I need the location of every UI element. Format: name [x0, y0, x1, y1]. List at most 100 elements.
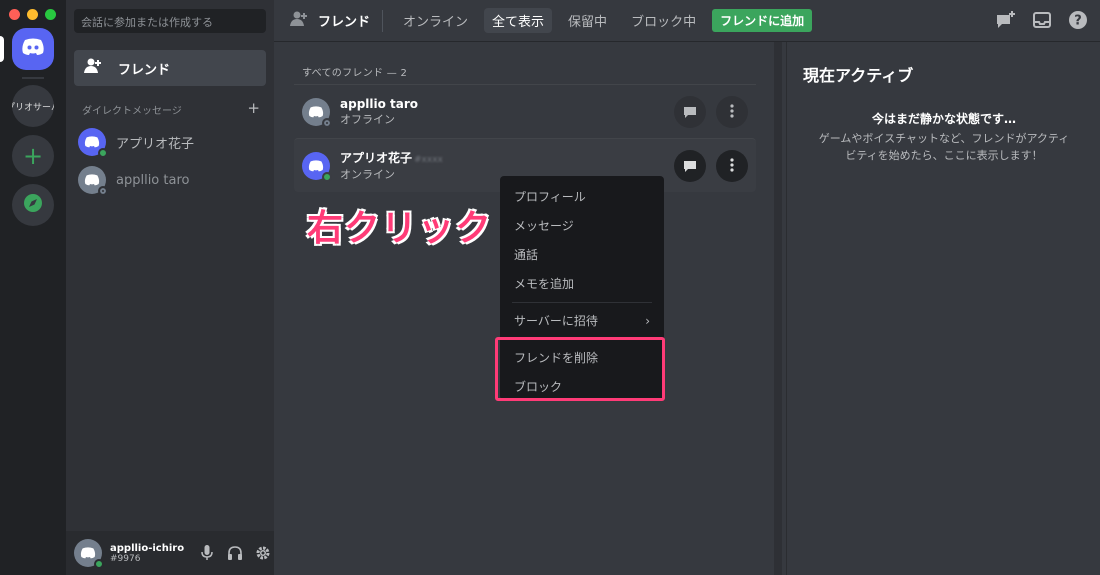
active-now-panel: 現在アクティブ 今はまだ静かな状態です… ゲームやボイスチャットなど、フレンドが…: [786, 42, 1100, 575]
sidebar-item-label: フレンド: [118, 62, 171, 78]
tab-all[interactable]: 全て表示: [484, 8, 553, 33]
inbox-icon[interactable]: [1032, 10, 1052, 30]
compass-icon: [23, 193, 43, 217]
menu-item-call[interactable]: 通話: [508, 240, 656, 269]
user-controls: [198, 544, 272, 562]
selected-indicator: [0, 36, 4, 62]
friend-row[interactable]: appllio taro オフライン: [294, 84, 756, 138]
menu-item-label: プロフィール: [514, 190, 586, 204]
username: appllio-ichiro: [110, 542, 185, 554]
friends-icon: [290, 11, 310, 31]
friend-tag: #xxxx: [414, 155, 443, 165]
create-dm-button[interactable]: +: [247, 101, 260, 117]
menu-item-profile[interactable]: プロフィール: [508, 182, 656, 211]
page-title: フレンド: [290, 11, 370, 31]
online-status-icon: [322, 171, 332, 182]
chat-bubble-icon: [683, 157, 697, 176]
menu-item-message[interactable]: メッセージ: [508, 211, 656, 240]
gear-icon[interactable]: [254, 544, 272, 562]
new-group-dm-icon[interactable]: [996, 10, 1016, 30]
menu-separator: [512, 302, 652, 303]
scrollbar[interactable]: [774, 42, 782, 575]
online-status-icon: [94, 559, 104, 569]
header-bar: フレンド オンライン 全て表示 保留中 ブロック中 フレンドに追加 ?: [274, 0, 1100, 42]
user-panel: appllio-ichiro #9976: [66, 531, 274, 575]
window-controls: [9, 9, 56, 20]
message-button[interactable]: [674, 96, 706, 128]
plus-icon: +: [22, 142, 44, 170]
friend-info: アプリオ花子 #xxxx オンライン: [340, 149, 443, 182]
message-button[interactable]: [674, 150, 706, 182]
more-vertical-icon: [730, 103, 734, 122]
search-input[interactable]: 会話に参加または作成する: [74, 9, 266, 33]
home-button[interactable]: [12, 28, 54, 70]
more-button[interactable]: [716, 150, 748, 182]
dm-name: アプリオ花子: [116, 136, 195, 152]
friend-name: アプリオ花子 #xxxx: [340, 149, 443, 166]
add-server-button[interactable]: +: [12, 135, 54, 177]
offline-status-icon: [322, 117, 332, 128]
header-divider: [382, 9, 384, 32]
page-title-label: フレンド: [318, 15, 371, 30]
friend-name-label: appllio taro: [340, 96, 419, 111]
more-vertical-icon: [730, 157, 734, 176]
friend-name: appllio taro: [340, 97, 418, 111]
menu-item-invite-to-server[interactable]: サーバーに招待 ›: [508, 306, 656, 335]
highlight-box: [495, 337, 665, 401]
avatar: [302, 151, 332, 182]
more-button[interactable]: [716, 96, 748, 128]
avatar: [302, 97, 332, 128]
server-icon[interactable]: アプリオサーバー: [12, 85, 54, 127]
server-label: アプリオサーバー: [12, 102, 54, 113]
friend-name-label: アプリオ花子: [340, 151, 413, 165]
chat-bubble-icon: [683, 103, 697, 122]
active-now-empty-title: 今はまだ静かな状態です…: [871, 112, 1016, 126]
maximize-window-button[interactable]: [45, 9, 56, 20]
channel-sidebar: 会話に参加または作成する フレンド ダイレクトメッセージ + アプリオ花子 ap…: [66, 0, 274, 575]
friend-status: オンライン: [340, 168, 395, 181]
menu-item-add-note[interactable]: メモを追加: [508, 269, 656, 298]
menu-item-label: メッセージ: [514, 219, 574, 233]
friend-actions: [674, 150, 748, 182]
chevron-right-icon: ›: [645, 313, 650, 328]
avatar: [78, 166, 108, 196]
active-now-empty-body: ゲームやボイスチャットなど、フレンドがアクティビティを始めたら、ここに表示します…: [818, 132, 1070, 162]
microphone-icon[interactable]: [198, 544, 216, 562]
discord-logo-icon: [21, 38, 45, 60]
dm-item[interactable]: appllio taro: [74, 162, 266, 198]
dm-header: ダイレクトメッセージ +: [82, 101, 260, 118]
help-icon[interactable]: ?: [1068, 10, 1088, 30]
minimize-window-button[interactable]: [27, 9, 38, 20]
dm-header-label: ダイレクトメッセージ: [82, 106, 182, 117]
server-rail: アプリオサーバー +: [0, 0, 66, 575]
explore-servers-button[interactable]: [12, 184, 54, 226]
tab-blocked[interactable]: ブロック中: [623, 8, 704, 33]
menu-item-label: メモを追加: [514, 277, 575, 291]
rail-separator: [22, 77, 44, 79]
discord-window: アプリオサーバー + 会話に参加または作成する フレンド ダイレクトメッセージ …: [0, 0, 1100, 575]
menu-item-label: サーバーに招待: [514, 314, 598, 328]
friends-icon: [84, 58, 104, 78]
friend-info: appllio taro オフライン: [340, 97, 418, 127]
user-info[interactable]: appllio-ichiro #9976: [110, 543, 190, 564]
add-friend-button[interactable]: フレンドに追加: [712, 9, 813, 32]
online-status-icon: [98, 148, 108, 158]
offline-status-icon: [98, 186, 108, 196]
user-tag: #9976: [110, 553, 141, 564]
friend-status: オフライン: [340, 112, 395, 126]
friend-actions: [674, 96, 748, 128]
sidebar-item-friends[interactable]: フレンド: [74, 50, 266, 86]
section-label: すべてのフレンド — 2: [302, 68, 408, 79]
close-window-button[interactable]: [9, 9, 20, 20]
svg-text:?: ?: [1074, 14, 1082, 29]
user-avatar[interactable]: [74, 539, 104, 569]
avatar: [78, 128, 108, 158]
menu-item-label: 通話: [514, 248, 539, 262]
headphones-icon[interactable]: [226, 544, 244, 562]
annotation-label: 右クリック: [307, 208, 493, 249]
dm-item[interactable]: アプリオ花子: [74, 124, 266, 160]
tab-online[interactable]: オンライン: [395, 8, 476, 33]
header-actions: ?: [996, 10, 1088, 30]
dm-name: appllio taro: [116, 172, 190, 188]
tab-pending[interactable]: 保留中: [560, 8, 615, 33]
